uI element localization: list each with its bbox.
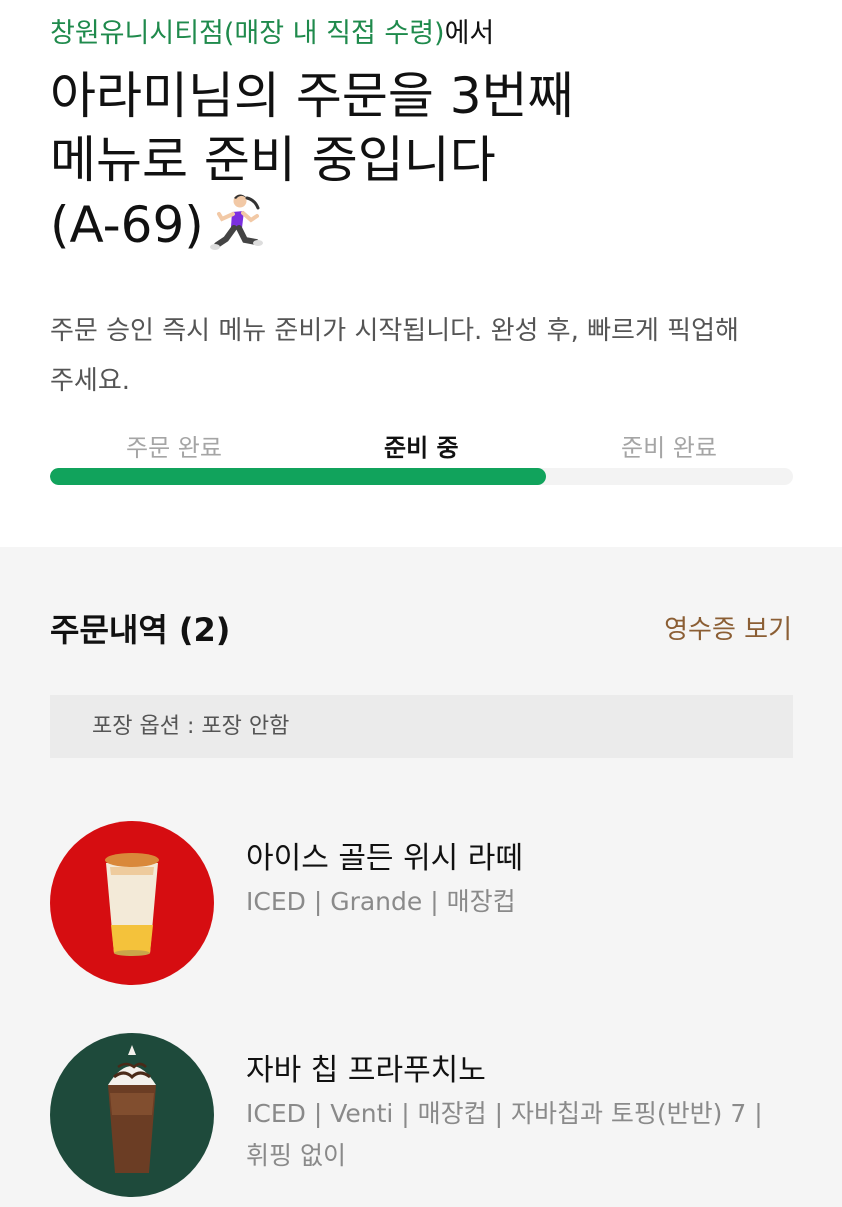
order-list-title: 주문내역 (2)	[50, 611, 231, 649]
headline-line-1: 아라미님의 주문을 3번째	[50, 67, 574, 125]
progress-steps: 주문 완료 준비 중 준비 완료	[50, 422, 793, 472]
packaging-option: 포장 옵션 : 포장 안함	[50, 695, 793, 758]
order-description: 주문 승인 즉시 메뉴 준비가 시작됩니다. 완성 후, 빠르게 픽업해 주세요…	[50, 316, 739, 396]
order-details-section: 주문내역 (2) 영수증 보기 포장 옵션 : 포장 안함 아이스 골든 위시 …	[0, 547, 842, 1207]
step-order-complete: 주문 완료	[126, 434, 222, 462]
store-name: 창원유니시티점(매장 내 직접 수령)	[50, 18, 445, 49]
step-preparing: 준비 중	[384, 434, 459, 462]
headline-line-2: 메뉴로 준비 중입니다	[50, 131, 496, 189]
progress-bar-fill	[50, 468, 546, 485]
view-receipt-link[interactable]: 영수증 보기	[664, 609, 792, 646]
order-status-header: 창원유니시티점(매장 내 직접 수령)에서 아라미님의 주문을 3번째 메뉴로 …	[0, 0, 842, 547]
item-name: 아이스 골든 위시 라떼	[246, 841, 524, 876]
store-line: 창원유니시티점(매장 내 직접 수령)에서	[50, 14, 494, 54]
item-options: ICED | Venti | 매장컵 | 자바칩과 토핑(반반) 7 | 휘핑 …	[246, 1099, 763, 1170]
store-suffix: 에서	[444, 18, 495, 49]
item-name: 자바 칩 프라푸치노	[246, 1053, 486, 1088]
order-item[interactable]: 아이스 골든 위시 라떼 ICED | Grande | 매장컵	[50, 821, 793, 986]
iced-golden-wish-latte-thumbnail	[50, 821, 214, 985]
step-ready: 준비 완료	[621, 434, 717, 462]
order-item[interactable]: 자바 칩 프라푸치노 ICED | Venti | 매장컵 | 자바칩과 토핑(…	[50, 1033, 793, 1198]
order-number: (A-69)	[50, 196, 204, 254]
progress-bar	[50, 468, 793, 485]
headline-line-3: (A-69)	[50, 192, 574, 257]
order-status-title: 아라미님의 주문을 3번째 메뉴로 준비 중입니다 (A-69)	[50, 64, 574, 257]
person-running-icon	[209, 192, 264, 256]
java-chip-frappuccino-thumbnail	[50, 1033, 214, 1197]
item-options: ICED | Grande | 매장컵	[246, 887, 516, 916]
